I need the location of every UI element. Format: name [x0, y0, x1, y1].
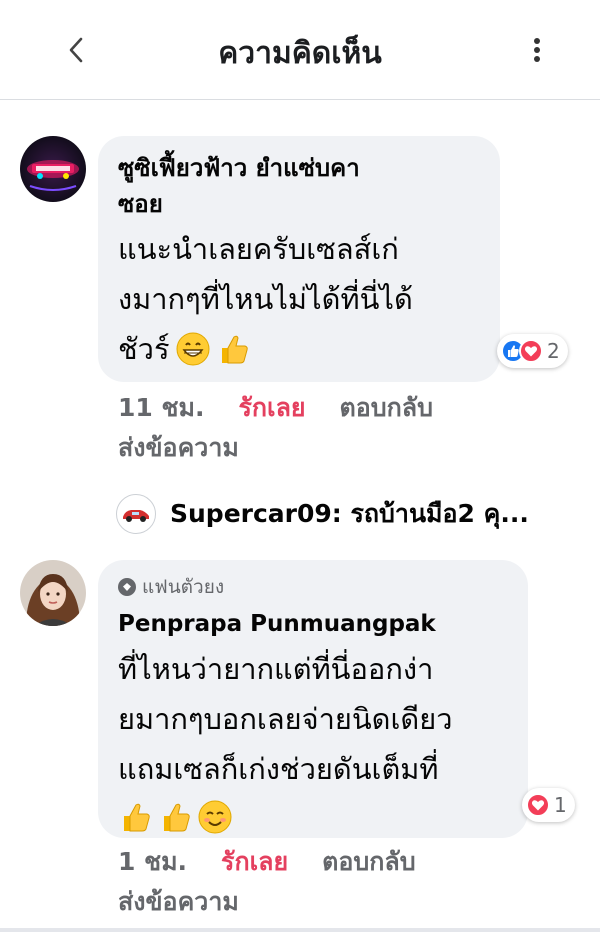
comment-text: ที่ไหนว่ายากแต่ที่นี่ออกง่า ยมากๆบอกเลยจ… [118, 644, 508, 840]
love-reaction-icon [519, 339, 543, 363]
page-title: ความคิดเห็น [218, 36, 382, 71]
comment-timestamp: 11 ชม. [118, 393, 205, 422]
love-button[interactable]: รักเลย [221, 847, 288, 876]
send-message-button[interactable]: ส่งข้อความ [118, 882, 498, 922]
reaction-count: 1 [554, 793, 567, 817]
reply-button[interactable]: ตอบกลับ [322, 847, 415, 876]
reply-thread-preview[interactable]: Supercar09: รถบ้านมือ2 คุ... [116, 492, 556, 536]
reaction-summary[interactable]: 1 [522, 788, 575, 822]
send-message-button[interactable]: ส่งข้อความ [118, 428, 498, 468]
reaction-count: 2 [547, 339, 560, 363]
more-options-button[interactable] [521, 32, 553, 68]
header-bar: ความคิดเห็น [0, 0, 600, 100]
bottom-divider [0, 928, 600, 932]
comment-actions: 1 ชม. รักเลย ตอบกลับ ส่งข้อความ [118, 842, 498, 922]
avatar[interactable] [20, 136, 86, 202]
reply-avatar [116, 494, 156, 534]
smiling-face-emoji [198, 800, 232, 834]
comment-timestamp: 1 ชม. [118, 847, 188, 876]
reply-preview-text: Supercar09: รถบ้านมือ2 คุ... [170, 499, 529, 528]
grinning-face-emoji [176, 332, 210, 366]
comment-author[interactable]: ซูซิเฟี้ยวฟ้าว ยำแซ่บคา ซอย [118, 150, 480, 222]
more-vertical-icon [534, 38, 540, 62]
love-reaction-icon [526, 793, 550, 817]
comment-actions: 11 ชม. รักเลย ตอบกลับ ส่งข้อความ [118, 388, 498, 468]
comment-bubble[interactable]: ซูซิเฟี้ยวฟ้าว ยำแซ่บคา ซอย แนะนำเลยครับ… [98, 136, 500, 382]
diamond-badge-icon [118, 578, 136, 596]
top-fan-badge: แฟนตัวยง [118, 574, 508, 600]
avatar[interactable] [20, 560, 86, 626]
thumbs-up-emoji [164, 803, 190, 832]
reply-button[interactable]: ตอบกลับ [340, 393, 433, 422]
comment-author[interactable]: Penprapa Punmuangpak [118, 608, 508, 640]
thumbs-up-emoji [221, 335, 248, 364]
comment-text: แนะนำเลยครับเซลส์เก่ งมากๆที่ไหนไม่ได้ที… [118, 232, 413, 366]
love-button[interactable]: รักเลย [238, 393, 305, 422]
car-logo-icon [123, 510, 149, 522]
comment-bubble[interactable]: แฟนตัวยง Penprapa Punmuangpak ที่ไหนว่าย… [98, 560, 528, 838]
thumbs-up-emoji [124, 803, 150, 832]
reaction-summary[interactable]: 2 [497, 334, 568, 368]
